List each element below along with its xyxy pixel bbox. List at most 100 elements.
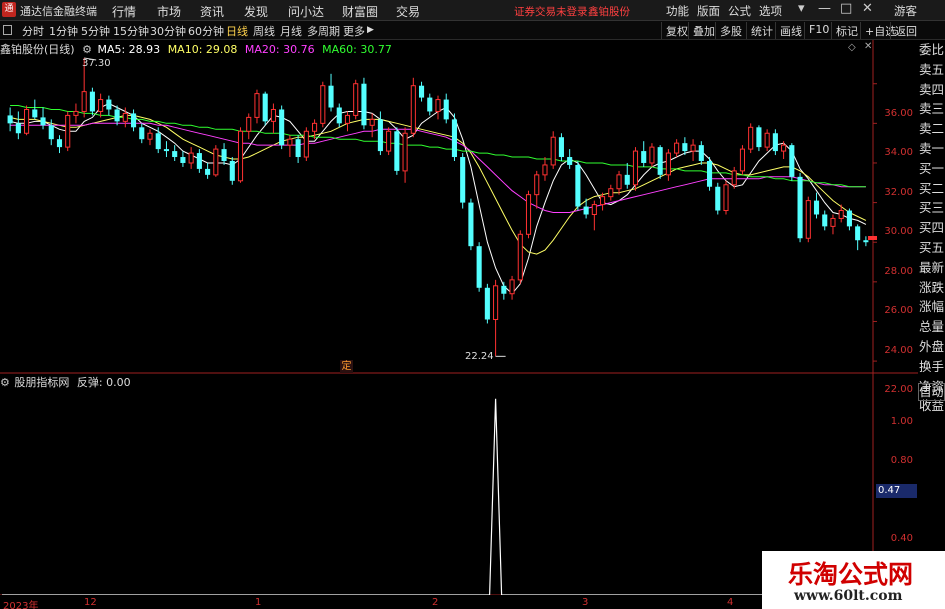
side-ask5[interactable]: 卖五: [918, 60, 945, 80]
panel-toggle-icon[interactable]: [3, 25, 12, 35]
candle-body: [525, 194, 532, 235]
side-bid1[interactable]: 买一: [918, 159, 945, 179]
candle: [665, 149, 671, 181]
menu-ask-xiaoda[interactable]: 问小达: [288, 3, 324, 20]
stock-name-label[interactable]: 鑫铂股份(日线): [0, 43, 75, 56]
menu-market-quotes[interactable]: 行情: [112, 3, 136, 20]
statistics-button[interactable]: 统计: [746, 22, 777, 39]
side-ask1[interactable]: 卖一: [918, 139, 945, 159]
indicator-gear-icon[interactable]: ⚙: [0, 376, 10, 389]
period-15min[interactable]: 15分钟: [113, 23, 149, 39]
candle-body: [567, 157, 573, 165]
candle: [748, 123, 754, 154]
menu-formula[interactable]: 公式: [728, 3, 751, 19]
maximize-icon[interactable]: □: [840, 1, 852, 16]
mark-button[interactable]: 标记: [831, 22, 862, 39]
back-button[interactable]: 返回: [890, 22, 921, 39]
candle-body: [163, 149, 170, 152]
fixed-marker[interactable]: 定: [340, 360, 353, 373]
candle-body: [517, 233, 523, 281]
minimize-icon[interactable]: —: [818, 1, 831, 16]
indicator-tick: 1.00: [890, 416, 913, 427]
ma20-line: [10, 122, 866, 213]
draw-line-button[interactable]: 画线: [775, 22, 806, 39]
candle-body: [139, 127, 145, 140]
auto-toggle-button[interactable]: 自动: [918, 383, 945, 401]
maximize-chart-icon[interactable]: ✕: [864, 41, 872, 52]
candle-body: [180, 157, 186, 163]
candle: [262, 91, 268, 126]
candle-body: [114, 109, 120, 122]
period-daily[interactable]: 日线: [226, 23, 248, 39]
date-tick: 4: [727, 597, 734, 608]
candle-body: [764, 132, 770, 148]
side-ask2[interactable]: 卖二: [918, 119, 945, 139]
candle: [32, 99, 38, 120]
menu-wealth-circle[interactable]: 财富圈: [342, 3, 378, 20]
candle-body: [657, 147, 663, 175]
candle-body: [229, 160, 235, 181]
candle: [558, 133, 564, 161]
candle: [591, 200, 597, 231]
menu-news[interactable]: 资讯: [200, 3, 224, 20]
candle: [15, 111, 21, 140]
side-ask4[interactable]: 卖四: [918, 80, 945, 100]
period-5min[interactable]: 5分钟: [81, 23, 110, 39]
candle-body: [303, 130, 309, 158]
side-bid4[interactable]: 买四: [918, 218, 945, 238]
period-monthly[interactable]: 月线: [280, 23, 302, 39]
side-change[interactable]: 涨跌: [918, 278, 945, 298]
candle-body: [237, 130, 244, 182]
low-price-label: 22.24: [465, 351, 494, 362]
period-30min[interactable]: 30分钟: [150, 23, 186, 39]
period-multi[interactable]: 多周期: [307, 23, 340, 39]
candle-body: [822, 214, 828, 227]
period-intraday[interactable]: 分时: [22, 23, 44, 39]
menu-trade[interactable]: 交易: [396, 3, 420, 20]
menu-functions[interactable]: 功能: [666, 3, 689, 19]
menu-layout[interactable]: 版面: [697, 3, 720, 19]
side-turnover[interactable]: 换手: [918, 357, 945, 377]
menu-discover[interactable]: 发现: [244, 3, 268, 20]
candle: [575, 160, 581, 211]
kline-chart[interactable]: [0, 40, 918, 609]
dropdown-icon[interactable]: ▾: [798, 1, 805, 16]
side-bid3[interactable]: 买三: [918, 198, 945, 218]
indicator-name[interactable]: 股朋指标网: [14, 376, 69, 389]
user-guest[interactable]: 游客: [894, 3, 917, 19]
period-weekly[interactable]: 周线: [253, 23, 275, 39]
side-change-pct[interactable]: 涨幅: [918, 297, 945, 317]
f10-button[interactable]: F10: [804, 22, 833, 39]
side-latest[interactable]: 最新: [918, 258, 945, 278]
more-chevron-icon[interactable]: ▶: [367, 25, 374, 35]
ma20-label: MA20: 30.76: [244, 43, 315, 56]
trade-login-notice[interactable]: 证券交易未登录: [514, 4, 588, 19]
ma10-line: [9, 114, 867, 255]
side-bid5[interactable]: 买五: [918, 238, 945, 258]
side-bid-ratio[interactable]: 委比: [918, 40, 945, 60]
menu-options[interactable]: 选项: [759, 3, 782, 19]
candle-body: [805, 200, 811, 239]
candle: [229, 157, 235, 185]
period-1min[interactable]: 1分钟: [49, 23, 78, 39]
side-bid2[interactable]: 买二: [918, 179, 945, 199]
candle-body: [213, 148, 219, 176]
candle: [830, 214, 836, 235]
menu-market[interactable]: 市场: [157, 3, 181, 20]
date-tick: 2: [432, 597, 439, 608]
diamond-icon[interactable]: ◇: [848, 42, 856, 53]
period-more[interactable]: 更多: [343, 23, 365, 39]
side-volume[interactable]: 总量: [918, 317, 945, 337]
candle-body: [863, 240, 869, 243]
close-icon[interactable]: ✕: [862, 1, 873, 16]
candle: [205, 162, 211, 179]
candle-body: [344, 114, 351, 124]
settings-gear-icon[interactable]: ⚙: [82, 43, 92, 56]
side-ask3[interactable]: 卖三: [918, 99, 945, 119]
candle-body: [476, 246, 482, 288]
indicator-line: [2, 398, 872, 596]
period-60min[interactable]: 60分钟: [188, 23, 224, 39]
candle-body: [279, 109, 285, 146]
multi-stock-button[interactable]: 多股: [715, 22, 746, 39]
side-outer-volume[interactable]: 外盘: [918, 337, 945, 357]
